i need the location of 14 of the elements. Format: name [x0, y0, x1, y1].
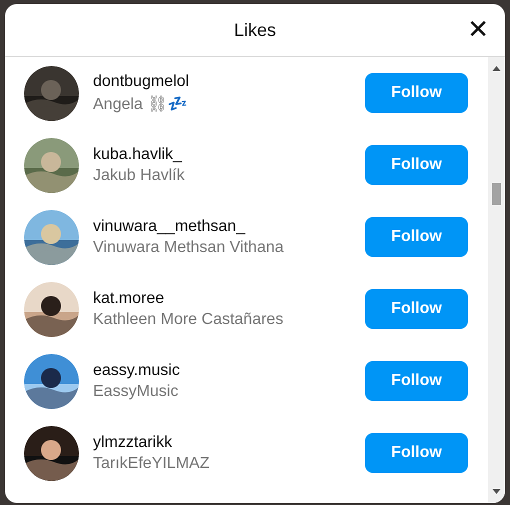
display-name: Angela ⛓💤	[93, 94, 188, 114]
display-name: Jakub Havlík	[93, 166, 186, 184]
username[interactable]: dontbugmelol	[93, 72, 365, 90]
display-name: Vinuwara Methsan Vithana	[93, 238, 285, 256]
display-name: EassyMusic	[93, 382, 180, 400]
username[interactable]: eassy.music	[93, 362, 365, 380]
display-name: TarıkEfeYILMAZ	[93, 454, 210, 472]
username[interactable]: kat.moree	[93, 290, 365, 308]
username[interactable]: vinuwara__methsan_	[93, 218, 365, 236]
display-name: Kathleen More Castañares	[93, 310, 284, 328]
close-button[interactable]: ✕	[463, 16, 493, 44]
username[interactable]: kuba.havlik_	[93, 146, 365, 164]
dialog-title: Likes	[234, 20, 276, 40]
username[interactable]: ylmzztarikk	[93, 434, 365, 452]
